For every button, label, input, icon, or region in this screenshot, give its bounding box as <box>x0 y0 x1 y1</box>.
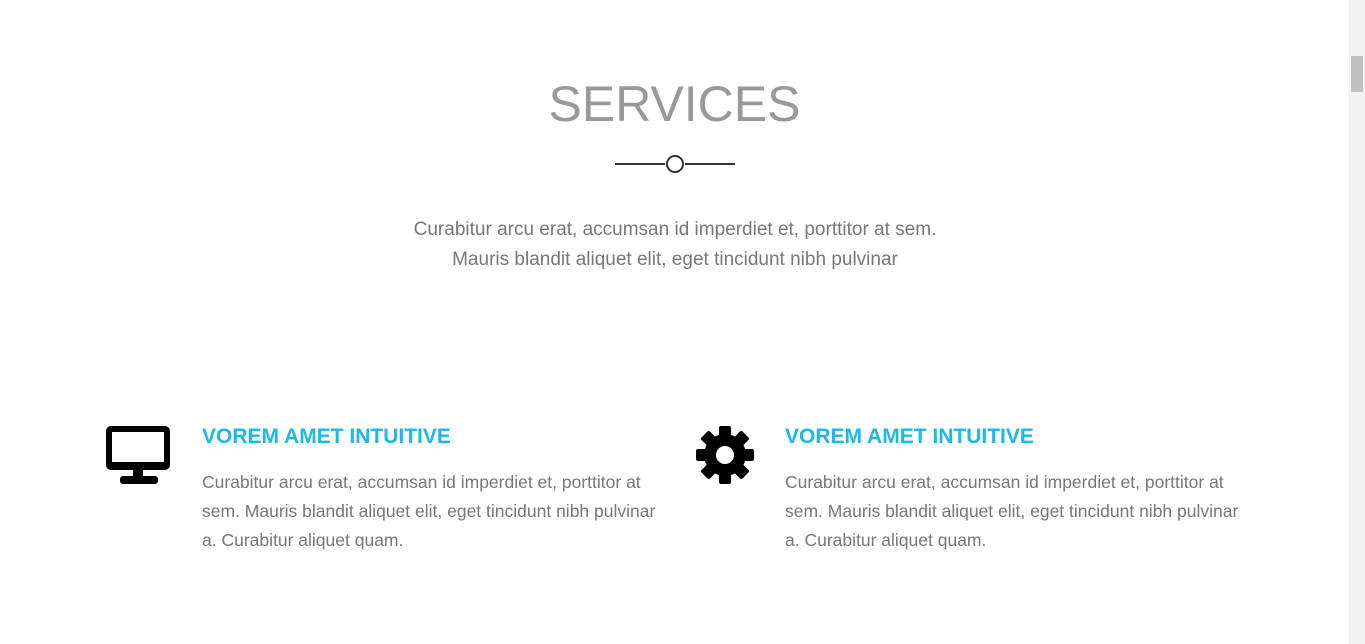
title-divider <box>615 155 735 173</box>
vertical-scrollbar[interactable] <box>1349 0 1365 644</box>
section-title: SERVICES <box>548 76 801 132</box>
gear-icon <box>696 420 754 491</box>
scrollbar-thumb[interactable] <box>1351 56 1363 92</box>
service-title: VOREM AMET INTUITIVE <box>202 425 451 448</box>
desktop-monitor-icon <box>104 420 174 491</box>
service-description: Curabitur arcu erat, accumsan id imperdi… <box>785 472 1239 550</box>
services-page: SERVICES Curabitur arcu erat, accumsan i… <box>0 0 1349 644</box>
service-description: Curabitur arcu erat, accumsan id imperdi… <box>202 472 656 550</box>
service-title: VOREM AMET INTUITIVE <box>785 425 1034 448</box>
section-intro: Curabitur arcu erat, accumsan id imperdi… <box>413 219 937 270</box>
